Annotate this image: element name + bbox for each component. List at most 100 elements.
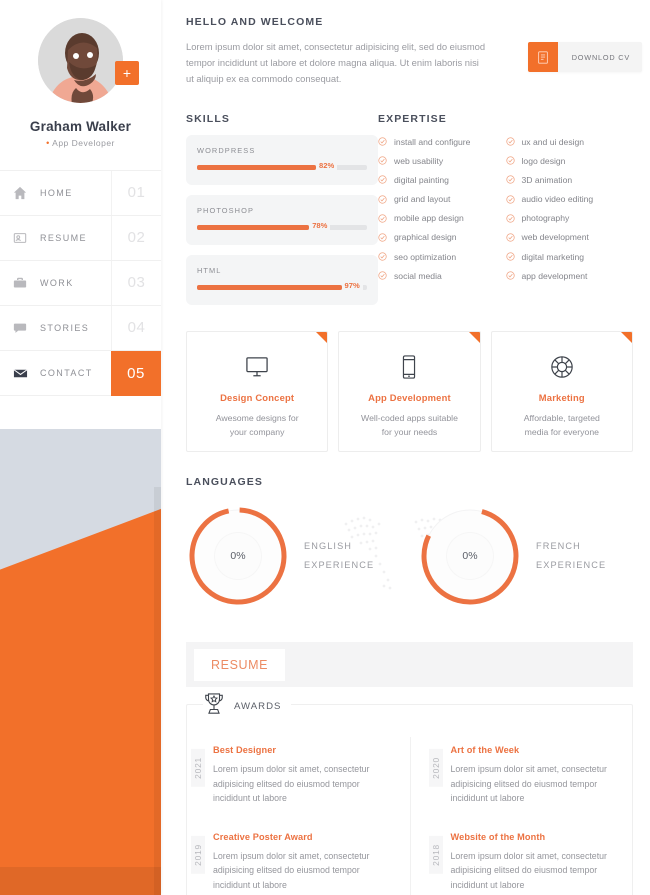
skill-card: WORDPRESS 82% [186, 135, 378, 185]
awards-column-left: 2021 Best Designer Lorem ipsum dolor sit… [187, 737, 410, 895]
service-card-title: Design Concept [220, 392, 295, 403]
expertise-label: ux and ui design [521, 136, 585, 147]
award-title: Website of the Month [450, 831, 546, 842]
expertise-label: mobile app design [394, 213, 464, 224]
service-card-title: Marketing [538, 392, 585, 403]
award-body: Website of the Month Lorem ipsum dolor s… [447, 832, 619, 893]
award-year: 2021 [187, 745, 209, 806]
expertise-column-right: ux and ui design logo design 3D animatio… [505, 134, 634, 288]
role-bullet-icon: • [46, 138, 50, 148]
expertise-label: digital marketing [521, 251, 585, 262]
skill-name: PHOTOSHOP [197, 206, 254, 215]
award-body: Art of the Week Lorem ipsum dolor sit am… [447, 745, 619, 806]
check-circle-icon [505, 194, 522, 204]
hello-body: Lorem ipsum dolor sit amet, consectetur … [186, 41, 486, 84]
expertise-item: photography [505, 211, 634, 226]
skill-card: PHOTOSHOP 78% [186, 195, 378, 245]
service-cards: Design Concept Awesome designs for your … [186, 331, 633, 452]
check-circle-icon [505, 252, 522, 261]
add-photo-button[interactable]: + [115, 61, 139, 85]
sidebar-item-contact-label: CONTACT [40, 368, 93, 378]
sidebar-item-work-number: 03 [111, 261, 161, 305]
award-year-label: 2020 [428, 749, 443, 787]
awards-heading: AWARDS [234, 701, 282, 712]
check-circle-icon [505, 214, 522, 223]
language-name: FRENCH [536, 541, 581, 551]
check-circle-icon [378, 156, 394, 165]
awards-header: AWARDS [203, 691, 292, 722]
awards-grid: 2021 Best Designer Lorem ipsum dolor sit… [187, 705, 632, 895]
avatar-photo-icon [38, 18, 123, 103]
expertise-item: mobile app design [378, 211, 506, 226]
awards-section: AWARDS 2021 Best Designer Lorem ipsum do… [186, 691, 633, 895]
skill-name: WORDPRESS [197, 146, 256, 155]
sidebar-item-home[interactable]: HOME 01 [0, 171, 161, 216]
sidebar-item-resume-number: 02 [111, 216, 161, 260]
skill-card: HTML 97% [186, 255, 378, 305]
skill-percent: 82% [316, 161, 338, 170]
chat-icon [0, 321, 40, 335]
skill-percent: 97% [341, 281, 363, 290]
language-donut-english: 0% ENGLISH EXPERIENCE [186, 504, 374, 608]
hello-section: HELLO AND WELCOME Lorem ipsum dolor sit … [186, 16, 642, 87]
expertise-label: grid and layout [394, 194, 451, 205]
service-card-marketing[interactable]: Marketing Affordable, targeted media for… [490, 331, 633, 452]
corner-triangle-icon [316, 332, 328, 343]
sidebar-item-home-label: HOME [40, 188, 73, 198]
skill-progress-fill [197, 225, 310, 230]
corner-triangle-icon [468, 332, 480, 343]
check-circle-icon [505, 233, 522, 242]
expertise-label: app development [521, 270, 588, 281]
award-year-label: 2019 [191, 835, 205, 874]
award-desc: Lorem ipsum dolor sit amet, consectetur … [213, 850, 370, 890]
profile-role: • App Developer [0, 138, 161, 148]
expertise-item: seo optimization [378, 249, 506, 264]
sidebar-item-work[interactable]: WORK 03 [0, 261, 161, 306]
check-circle-icon [505, 156, 522, 165]
skill-progress-fill [197, 285, 342, 290]
check-circle-icon [505, 175, 522, 184]
sidebar-item-resume[interactable]: RESUME 02 [0, 216, 161, 261]
service-card-app-development[interactable]: App Development Well-coded apps suitable… [338, 331, 481, 452]
expertise-label: 3D animation [521, 174, 573, 185]
skill-progress-track: 97% [197, 281, 367, 290]
sidebar-item-home-number: 01 [111, 171, 161, 215]
expertise-item: digital marketing [505, 249, 634, 264]
hello-title: HELLO AND WELCOME [186, 16, 324, 28]
expertise-item: social media [378, 268, 506, 283]
expertise-label: digital painting [394, 174, 449, 185]
tab-resume[interactable]: RESUME [194, 648, 286, 681]
monitor-icon [187, 354, 327, 380]
download-cv-button[interactable]: DOWNLOD CV [527, 42, 642, 72]
award-title: Best Designer [213, 745, 277, 755]
language-sub: EXPERIENCE [536, 560, 607, 570]
award-year: 2018 [425, 832, 447, 893]
expertise-item: web usability [378, 153, 506, 168]
expertise-label: audio video editing [521, 194, 594, 205]
home-icon [0, 186, 40, 200]
language-name: ENGLISH [304, 541, 353, 551]
deco-bottom-shadow [0, 867, 161, 895]
languages-section: LANGUAGES 0% ENGLISH EXPERIENCE 0% FRENC… [186, 476, 633, 626]
portfolio-page: + Graham Walker • App Developer HOME 01 … [0, 0, 650, 895]
award-body: Creative Poster Award Lorem ipsum dolor … [209, 832, 396, 893]
skill-progress-track: 78% [197, 221, 367, 230]
award-year-label: 2018 [428, 835, 443, 874]
expertise-item: 3D animation [505, 172, 634, 187]
expertise-label: graphical design [394, 232, 457, 243]
expertise-label: logo design [521, 155, 566, 166]
service-card-design-concept[interactable]: Design Concept Awesome designs for your … [186, 331, 329, 452]
language-donut-french: 0% FRENCH EXPERIENCE [418, 504, 606, 608]
skill-progress-track: 82% [197, 161, 367, 170]
expertise-item: web development [505, 230, 634, 245]
sidebar-item-stories[interactable]: STORIES 04 [0, 306, 161, 351]
expertise-section: EXPERTISE install and configure web usab… [378, 113, 633, 305]
award-title: Art of the Week [450, 745, 520, 755]
donut-value: 0% [447, 533, 493, 579]
sidebar-item-contact[interactable]: CONTACT 05 [0, 350, 161, 396]
expertise-item: grid and layout [378, 192, 506, 207]
service-card-desc: Affordable, targeted media for everyone [523, 413, 600, 437]
expertise-label: install and configure [394, 136, 471, 147]
trophy-icon [203, 691, 225, 722]
award-item: 2018 Website of the Month Lorem ipsum do… [425, 824, 619, 895]
